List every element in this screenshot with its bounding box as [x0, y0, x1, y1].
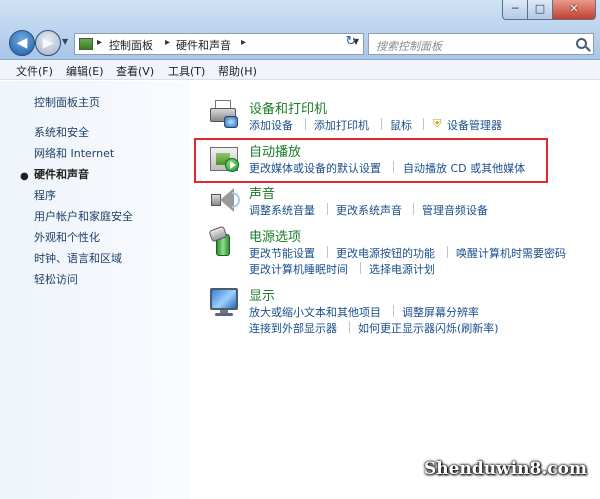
- breadcrumb-control-panel[interactable]: 控制面板: [109, 37, 153, 53]
- category-title-devices-printers[interactable]: 设备和打印机: [249, 98, 327, 117]
- left-navigation-pane: [0, 81, 190, 499]
- link-separator: [423, 118, 424, 130]
- sidebar-item-user-accounts[interactable]: 用户帐户和家庭安全: [34, 208, 133, 224]
- link-separator: [447, 246, 448, 258]
- link-separator: [349, 321, 350, 333]
- breadcrumb-separator-icon[interactable]: ▸: [241, 37, 246, 48]
- link-separator: [327, 203, 328, 215]
- link-choose-power-plan[interactable]: 选择电源计划: [369, 261, 435, 277]
- link-separator: [393, 305, 394, 317]
- link-mouse[interactable]: 鼠标: [390, 117, 412, 133]
- link-change-system-sounds[interactable]: 更改系统声音: [336, 202, 402, 218]
- sidebar-item-network-internet[interactable]: 网络和 Internet: [34, 145, 114, 161]
- maximize-button[interactable]: □: [527, 0, 553, 20]
- uac-shield-icon: ⛨: [433, 117, 442, 130]
- menu-edit[interactable]: 编辑(E): [66, 63, 104, 79]
- forward-button[interactable]: ▶: [35, 30, 61, 56]
- link-correct-monitor-flicker[interactable]: 如何更正显示器闪烁(刷新率): [358, 320, 499, 336]
- devices-printers-icon[interactable]: [208, 98, 240, 130]
- category-title-sound[interactable]: 声音: [249, 183, 275, 202]
- link-connect-external-display[interactable]: 连接到外部显示器: [249, 320, 337, 336]
- close-button[interactable]: ✕: [552, 0, 596, 20]
- back-button[interactable]: ◀: [9, 30, 35, 56]
- link-device-manager[interactable]: 设备管理器: [447, 117, 502, 133]
- breadcrumb-separator-icon[interactable]: ▸: [165, 37, 170, 48]
- link-separator: [393, 161, 394, 173]
- link-make-text-larger-smaller[interactable]: 放大或缩小文本和其他项目: [249, 304, 381, 320]
- menu-view[interactable]: 查看(V): [116, 63, 154, 79]
- category-title-power-options[interactable]: 电源选项: [249, 226, 301, 245]
- sidebar-item-programs[interactable]: 程序: [34, 187, 56, 203]
- minimize-button[interactable]: ─: [502, 0, 528, 20]
- link-separator: [305, 118, 306, 130]
- watermark: Shenduwin8.com: [424, 459, 587, 479]
- menu-bar: 文件(F) 编辑(E) 查看(V) 工具(T) 帮助(H): [0, 60, 600, 80]
- link-separator: [413, 203, 414, 215]
- refresh-button[interactable]: ↻: [340, 34, 362, 54]
- close-icon: ✕: [569, 2, 579, 15]
- power-battery-icon[interactable]: [208, 225, 240, 258]
- sidebar-item-control-panel-home[interactable]: 控制面板主页: [34, 94, 100, 110]
- breadcrumb-separator-icon[interactable]: ▸: [97, 37, 102, 48]
- category-title-autoplay[interactable]: 自动播放: [249, 141, 301, 160]
- link-separator: [360, 262, 361, 274]
- link-add-device[interactable]: 添加设备: [249, 117, 293, 133]
- sidebar-item-appearance[interactable]: 外观和个性化: [34, 229, 100, 245]
- control-panel-icon: [79, 38, 93, 50]
- breadcrumb-hardware-sound[interactable]: 硬件和声音: [176, 37, 231, 53]
- sidebar-item-ease-of-access[interactable]: 轻松访问: [34, 271, 78, 287]
- link-manage-audio-devices[interactable]: 管理音频设备: [422, 202, 488, 218]
- speaker-icon[interactable]: [208, 184, 240, 216]
- autoplay-icon[interactable]: [208, 143, 240, 175]
- link-separator: [381, 118, 382, 130]
- link-require-password-on-wake[interactable]: 唤醒计算机时需要密码: [456, 245, 566, 261]
- link-change-sleep-time[interactable]: 更改计算机睡眠时间: [249, 261, 348, 277]
- menu-file[interactable]: 文件(F): [16, 63, 53, 79]
- sidebar-item-hardware-sound: 硬件和声音: [34, 168, 89, 181]
- forward-arrow-icon: ▶: [42, 35, 54, 51]
- link-change-power-saving[interactable]: 更改节能设置: [249, 245, 315, 261]
- active-item-bullet-icon: ●: [20, 171, 29, 182]
- search-icon[interactable]: [576, 38, 587, 49]
- menu-tools[interactable]: 工具(T): [168, 63, 205, 79]
- link-change-default-settings[interactable]: 更改媒体或设备的默认设置: [249, 160, 381, 176]
- link-adjust-volume[interactable]: 调整系统音量: [249, 202, 315, 218]
- link-power-button-function[interactable]: 更改电源按钮的功能: [336, 245, 435, 261]
- title-bar: ─ □ ✕ ◀ ▶ ▼ ▸ 控制面板 ▸ 硬件和声音 ▸ ▼ ↻ 搜索控制面板: [0, 0, 600, 60]
- menu-help[interactable]: 帮助(H): [218, 63, 257, 79]
- search-placeholder: 搜索控制面板: [376, 40, 442, 53]
- recent-pages-dropdown-icon[interactable]: ▼: [62, 37, 68, 46]
- minimize-icon: ─: [511, 2, 519, 15]
- address-bar[interactable]: ▸ 控制面板 ▸ 硬件和声音 ▸ ▼: [74, 33, 364, 55]
- sidebar-item-system-security[interactable]: 系统和安全: [34, 124, 89, 140]
- search-input[interactable]: 搜索控制面板: [368, 33, 594, 55]
- link-adjust-resolution[interactable]: 调整屏幕分辨率: [402, 304, 479, 320]
- link-separator: [327, 246, 328, 258]
- maximize-icon: □: [534, 2, 546, 15]
- display-monitor-icon[interactable]: [208, 286, 240, 318]
- back-arrow-icon: ◀: [16, 35, 28, 51]
- sidebar-item-clock-language-region[interactable]: 时钟、语言和区域: [34, 250, 122, 266]
- category-title-display[interactable]: 显示: [249, 285, 275, 304]
- link-autoplay-cd[interactable]: 自动播放 CD 或其他媒体: [403, 160, 525, 176]
- link-add-printer[interactable]: 添加打印机: [314, 117, 369, 133]
